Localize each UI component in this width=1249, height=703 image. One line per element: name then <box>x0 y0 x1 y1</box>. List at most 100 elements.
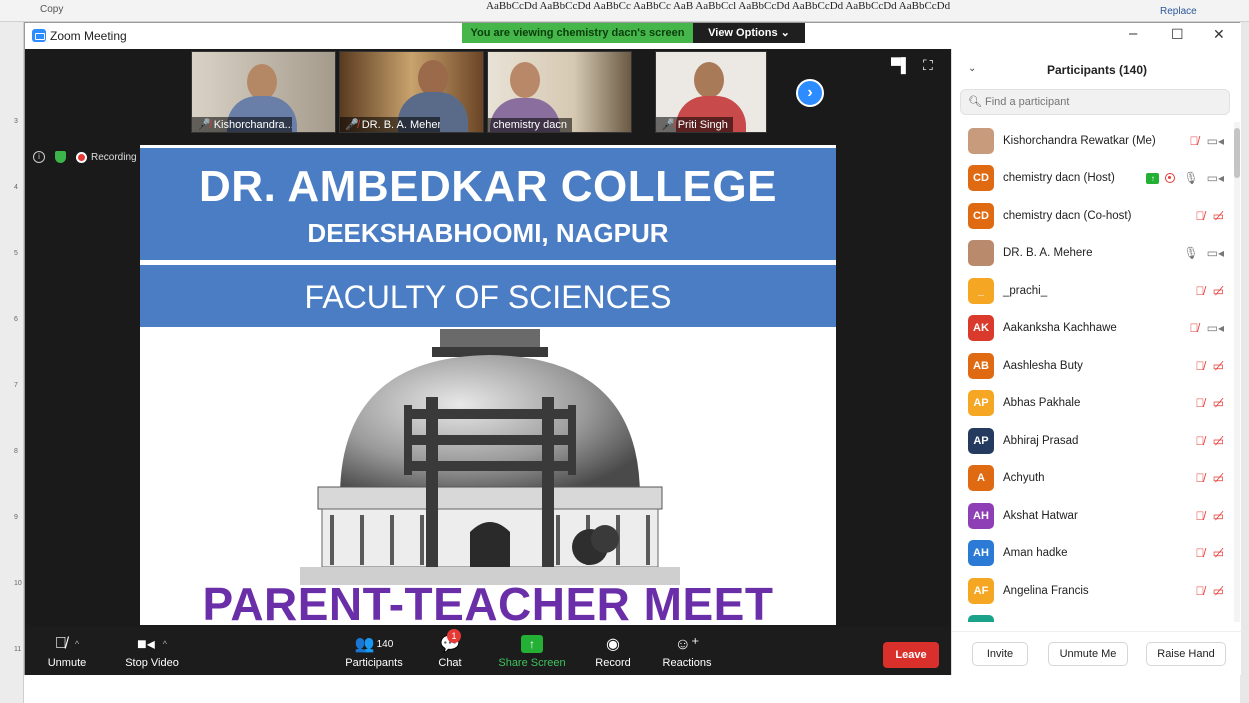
meeting-toolbar: 🎙̸ ^ Unmute ■◂ ^ Stop Video 👥 140 Participa… <box>25 627 951 675</box>
participant-row[interactable]: _ _prachi_ 🎙̸ ▭̸ <box>952 272 1234 310</box>
mic-muted-icon[interactable]: 🎙̸ <box>1196 509 1205 523</box>
participant-row[interactable]: CD chemistry dacn (Co-host) 🎙̸ ▭̸ <box>952 197 1234 235</box>
raise-hand-button[interactable]: Raise Hand <box>1146 642 1226 666</box>
word-right-edge <box>1240 22 1249 703</box>
mic-muted-icon[interactable]: 🎙̸ <box>1190 134 1199 148</box>
share-screen-label: Share Screen <box>498 657 566 669</box>
mic-muted-icon[interactable]: 🎙̸ <box>1196 396 1205 410</box>
unmute-me-button[interactable]: Unmute Me <box>1048 642 1128 666</box>
participant-name: Kishorchandra Rewatkar (Me) <box>1003 134 1156 147</box>
participant-avatar: AF <box>968 577 994 604</box>
scrollbar-thumb[interactable] <box>1234 128 1240 178</box>
view-options-button[interactable]: View Options ⌄ <box>693 23 805 43</box>
mic-muted-icon[interactable]: 🎙̸ <box>1196 359 1205 373</box>
video-thumbnail[interactable]: chemistry dacn <box>487 51 632 133</box>
share-screen-button[interactable]: ↑ Share Screen <box>497 631 567 669</box>
participant-row[interactable]: AH Aman hadke 🎙̸ ▭̸ <box>952 535 1234 573</box>
info-icon[interactable]: i <box>33 151 45 163</box>
participant-search-input[interactable] <box>985 94 1225 110</box>
mic-muted-icon[interactable]: 🎙̸ <box>1190 321 1199 335</box>
window-title: Zoom Meeting <box>50 29 127 43</box>
layout-icon[interactable]: ▀▌ <box>891 57 911 73</box>
fullscreen-icon[interactable]: ⛶ <box>923 57 933 74</box>
mic-muted-icon: 🎙̸ <box>54 635 67 652</box>
video-thumbnail[interactable]: 🎤̸ Priti Singh <box>655 51 767 133</box>
video-camera-icon: ■◂ <box>137 636 155 653</box>
participant-list-scrollbar[interactable] <box>1234 122 1240 622</box>
chat-unread-badge: 1 <box>447 629 461 643</box>
slide-faculty-band: FACULTY OF SCIENCES <box>140 265 836 327</box>
mic-muted-icon[interactable]: 🎙̸ <box>1196 284 1205 298</box>
thumbnail-name: chemistry dacn <box>488 118 572 132</box>
security-shield-icon[interactable] <box>55 151 66 163</box>
mic-icon[interactable]: 🎙 <box>1183 171 1198 185</box>
mic-muted-icon[interactable]: 🎙̸ <box>1196 471 1205 485</box>
mic-icon[interactable]: 🎙 <box>1183 246 1198 260</box>
record-button[interactable]: ◉ Record <box>593 631 633 669</box>
video-off-icon: ▭̸ <box>1212 283 1224 298</box>
participant-avatar: AK <box>968 315 994 342</box>
title-bar: Zoom Meeting You are viewing chemistry d… <box>25 23 1241 49</box>
word-style-gallery: AaBbCcDd AaBbCcDd AaBbCc AaBbCc AaB AaBb… <box>486 0 951 12</box>
video-camera-icon: ▭◂ <box>1206 171 1224 186</box>
participant-status-icons: 🎙̸ ▭̸ <box>1196 509 1224 523</box>
participant-row[interactable]: A Achyuth 🎙̸ ▭̸ <box>952 460 1234 498</box>
invite-button[interactable]: Invite <box>972 642 1028 666</box>
participant-row[interactable]: CD chemistry dacn (Host) ↑ 🎙 ▭◂ <box>952 160 1234 198</box>
participant-row[interactable]: AMANIKET MESHRAM🎙̸▭̸ <box>952 610 1234 622</box>
word-vertical-ruler: 3 4 5 6 7 8 9 10 11 <box>0 22 24 703</box>
participant-row[interactable]: AP Abhiraj Prasad 🎙̸ ▭̸ <box>952 422 1234 460</box>
participant-name: DR. B. A. Mehere <box>1003 247 1093 260</box>
participant-row[interactable]: AB Aashlesha Buty 🎙̸ ▭̸ <box>952 347 1234 385</box>
unmute-button[interactable]: 🎙̸ ^ Unmute <box>39 631 95 669</box>
video-off-icon: ▭̸ <box>1213 621 1224 622</box>
participant-row[interactable]: AF Angelina Francis 🎙̸ ▭̸ <box>952 572 1234 610</box>
next-gallery-page-button[interactable]: › <box>796 79 824 107</box>
word-replace-button[interactable]: Replace <box>1160 6 1197 17</box>
viewing-screen-banner: You are viewing chemistry dacn's screen <box>462 23 693 43</box>
video-off-icon: ▭̸ <box>1212 433 1224 448</box>
maximize-button[interactable]: ☐ <box>1171 26 1184 43</box>
leave-button[interactable]: Leave <box>883 642 939 668</box>
mic-muted-icon[interactable]: 🎙̸ <box>1196 584 1205 598</box>
reactions-button[interactable]: ☺⁺ Reactions <box>659 631 715 669</box>
stop-video-label: Stop Video <box>125 657 179 669</box>
participant-name: Abhas Pakhale <box>1003 397 1081 410</box>
participant-row[interactable]: DR. B. A. Mehere 🎙 ▭◂ <box>952 235 1234 273</box>
video-options-caret-icon[interactable]: ^ <box>163 639 167 649</box>
thumbnail-name: 🎤̸ Priti Singh <box>656 117 733 132</box>
record-icon: ◉ <box>606 636 620 653</box>
participants-label: Participants <box>345 657 403 669</box>
mic-muted-icon[interactable]: 🎙̸ <box>1196 209 1205 223</box>
sharing-screen-icon: ↑ <box>1146 172 1160 184</box>
smiley-add-icon: ☺⁺ <box>674 636 700 653</box>
mic-muted-icon[interactable]: 🎙̸ <box>1196 546 1205 560</box>
participant-row[interactable]: AP Abhas Pakhale 🎙̸ ▭̸ <box>952 385 1234 423</box>
mic-muted-icon: 🎤̸ <box>197 119 211 131</box>
mic-muted-icon[interactable]: 🎙̸ <box>1196 621 1205 622</box>
video-camera-icon: ▭◂ <box>1206 246 1224 261</box>
minimize-button[interactable]: – <box>1129 25 1137 42</box>
video-thumbnail[interactable]: 🎤̸ Kishorchandra... <box>191 51 336 133</box>
participant-name: Abhiraj Prasad <box>1003 434 1079 447</box>
participants-button[interactable]: 👥 140 Participants <box>341 631 407 669</box>
chat-button[interactable]: 💬 1 Chat <box>433 629 467 669</box>
participant-name: Angelina Francis <box>1003 584 1089 597</box>
thumbnail-name: 🎤̸ Kishorchandra... <box>192 117 292 132</box>
participant-status-icons: 🎙̸ ▭̸ <box>1196 396 1224 410</box>
ruler-number: 6 <box>14 316 18 323</box>
stop-video-button[interactable]: ■◂ ^ Stop Video <box>119 631 185 669</box>
participant-status-icons: 🎙̸ ▭̸ <box>1196 471 1224 485</box>
recording-label: Recording <box>91 151 137 163</box>
video-thumbnail[interactable]: 🎤̸ DR. B. A. Mehere <box>339 51 484 133</box>
ruler-number: 10 <box>14 580 22 587</box>
participant-row[interactable]: AK Aakanksha Kachhawe 🎙̸ ▭◂ <box>952 310 1234 348</box>
participant-name: Aakanksha Kachhawe <box>1003 322 1117 335</box>
participant-row[interactable]: AH Akshat Hatwar 🎙̸ ▭̸ <box>952 497 1234 535</box>
audio-options-caret-icon[interactable]: ^ <box>75 639 79 649</box>
participant-avatar: AP <box>968 427 994 454</box>
video-off-icon: ▭̸ <box>1212 471 1224 486</box>
mic-muted-icon[interactable]: 🎙̸ <box>1196 434 1205 448</box>
participant-row[interactable]: Kishorchandra Rewatkar (Me) 🎙̸ ▭◂ <box>952 122 1234 160</box>
close-button[interactable]: ✕ <box>1213 26 1225 43</box>
